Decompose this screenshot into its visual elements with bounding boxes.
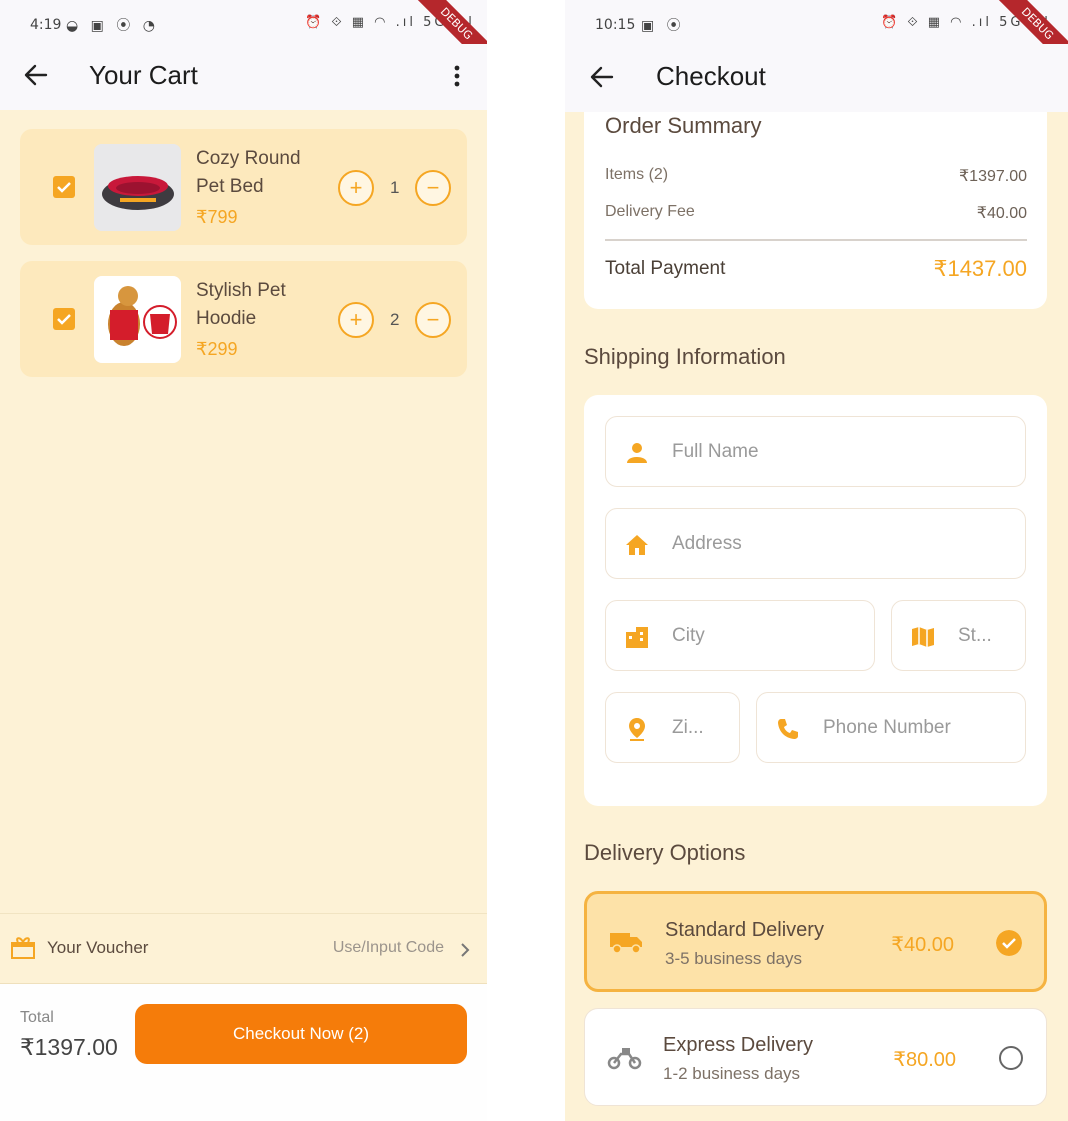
plus-icon: + [349,307,363,332]
product-name: Cozy Round Pet Bed [196,148,301,197]
delivery-section-title: Delivery Options [584,840,746,865]
checkout-now-button[interactable]: Checkout Now (2) [135,1004,467,1064]
scooter-icon [607,1048,642,1070]
delivery-fee-label: Delivery Fee [605,203,695,220]
increase-qty-button[interactable]: + [338,170,374,206]
voucher-label: Your Voucher [47,938,149,957]
home-icon [626,535,648,555]
address-placeholder: Address [672,533,742,554]
back-arrow-icon[interactable] [22,61,50,89]
page-title: Your Cart [89,60,198,90]
divider [605,239,1027,241]
quantity-value: 1 [390,178,400,197]
app-bar: Your Cart [0,44,487,110]
address-field[interactable]: Address [605,508,1026,579]
order-summary-card: Order Summary Items (2) ₹1397.00 Deliver… [584,96,1047,309]
city-icon [626,627,648,648]
phone-icon [778,719,798,739]
chevron-right-icon [461,943,470,957]
total-payment-label: Total Payment [605,258,726,279]
decrease-qty-button[interactable]: − [415,170,451,206]
full-name-field[interactable]: Full Name [605,416,1026,487]
delivery-name: Express Delivery [663,1034,814,1056]
full-name-placeholder: Full Name [672,441,759,462]
plus-icon: + [349,175,363,200]
delivery-option-express[interactable]: Express Delivery 1-2 business days ₹80.0… [584,1008,1047,1106]
check-icon [57,314,71,325]
product-image-pet-bed[interactable] [94,144,181,231]
app-bar: Checkout [565,44,1068,112]
check-circle-icon [996,930,1022,956]
status-bar: 10:15 ▣ ⦿ ⏰ ⟐ ▦ ◠ .ıl 5G .ıl DEBUG [565,0,1068,70]
items-value: ₹1397.00 [958,168,1027,185]
page-title: Checkout [656,61,766,91]
checkout-screen: Order Summary Items (2) ₹1397.00 Deliver… [565,0,1068,1121]
status-bar: 4:19 ◒ ▣ ⦿ ◔ ⏰ ⟐ ▦ ◠ .ıl 5G .ıl DEBUG [0,0,487,70]
back-arrow-icon[interactable] [588,63,616,91]
voucher-row[interactable]: Your Voucher Use/Input Code [0,913,487,984]
increase-qty-button[interactable]: + [338,302,374,338]
voucher-input-link[interactable]: Use/Input Code [333,939,444,957]
phone-placeholder: Phone Number [823,717,951,738]
cart-item: Stylish Pet Hoodie ₹299 + 2 − [20,261,467,377]
items-label: Items (2) [605,166,669,183]
shipping-form-card: Full Name Address City St... Zi... Phone… [584,395,1047,806]
cart-item: Cozy Round Pet Bed ₹799 + 1 − [20,129,467,245]
product-price: ₹299 [196,339,238,359]
shipping-section-title: Shipping Information [584,344,786,369]
total-label: Total [20,1009,54,1026]
check-icon [57,182,71,193]
decrease-qty-button[interactable]: − [415,302,451,338]
zip-placeholder: Zi... [672,717,704,738]
phone-field[interactable]: Phone Number [756,692,1026,763]
delivery-price: ₹80.00 [893,1049,956,1071]
summary-total-row: Total Payment ₹1437.00 [605,256,1027,281]
truck-icon [610,933,642,954]
quantity-value: 2 [390,310,400,329]
total-payment-value: ₹1437.00 [933,256,1027,281]
city-placeholder: City [672,625,705,646]
delivery-price: ₹40.00 [891,934,954,956]
gift-icon [11,937,35,959]
cart-screen: 4:19 ◒ ▣ ⦿ ◔ ⏰ ⟐ ▦ ◠ .ıl 5G .ıl DEBUG Yo… [0,0,487,1121]
notification-icons: ◒ ▣ ⦿ ◔ [66,18,160,34]
delivery-name: Standard Delivery [665,919,824,941]
zip-field[interactable]: Zi... [605,692,740,763]
location-pin-icon [629,718,645,741]
state-field[interactable]: St... [891,600,1026,671]
state-placeholder: St... [958,625,992,646]
radio-unchecked-icon[interactable] [998,1045,1024,1071]
item-checkbox[interactable] [53,308,75,330]
item-checkbox[interactable] [53,176,75,198]
delivery-option-standard[interactable]: Standard Delivery 3-5 business days ₹40.… [584,891,1047,992]
delivery-days: 1-2 business days [663,1064,801,1083]
delivery-fee-value: ₹40.00 [976,205,1027,222]
minus-icon: − [426,307,440,332]
more-vert-icon[interactable] [447,62,467,90]
order-summary-title: Order Summary [605,113,762,138]
checkout-footer: Total ₹1397.00 Checkout Now (2) [0,984,487,1121]
notification-icons: ▣ ⦿ [641,18,685,34]
map-icon [912,627,934,647]
status-time: 4:19 [30,17,62,33]
summary-items-row: Items (2) ₹1397.00 [605,166,1027,185]
city-field[interactable]: City [605,600,875,671]
product-name: Stylish Pet Hoodie [196,280,286,329]
delivery-days: 3-5 business days [665,949,803,968]
status-time: 10:15 [595,17,636,33]
product-image-pet-hoodie[interactable] [94,276,181,363]
total-value: ₹1397.00 [20,1034,118,1060]
person-icon [627,443,647,463]
summary-fee-row: Delivery Fee ₹40.00 [605,203,1027,222]
minus-icon: − [426,175,440,200]
product-price: ₹799 [196,207,238,227]
